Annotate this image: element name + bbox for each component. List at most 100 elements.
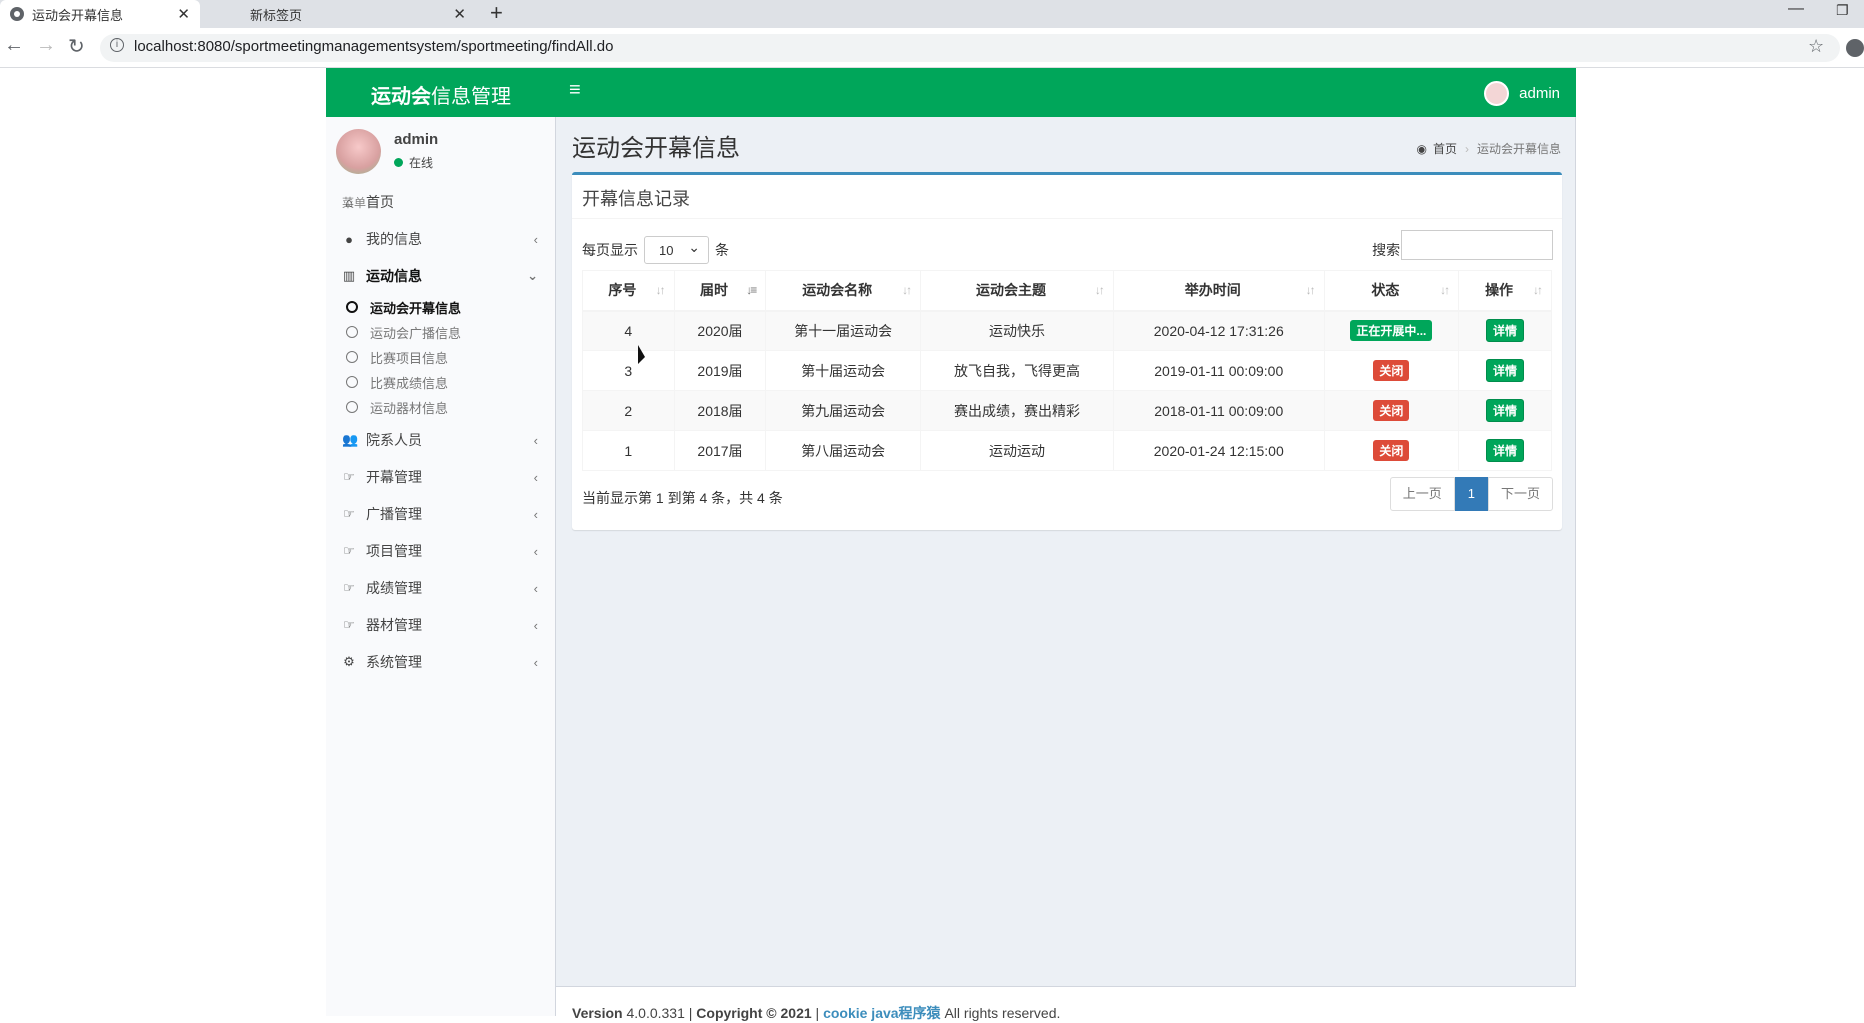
url-text[interactable]: localhost:8080/sportmeetingmanagementsys… <box>134 38 613 55</box>
footer: Version 4.0.0.331 | Copyright © 2021 | c… <box>556 986 1576 1021</box>
status-dot-icon <box>394 158 403 167</box>
cell-name: 第九届运动会 <box>765 390 922 431</box>
cell-id: 3 <box>582 350 675 391</box>
sidebar: admin 在线 菜单 ⌂ 首页 ● 我的信息 ‹ ▥ 运动信息 ⌄ 运动会开幕信息 … <box>326 117 556 1016</box>
cell-session: 2020届 <box>673 310 767 351</box>
records-table: 序号 ↓↑ 届时 ↓≡ 运动会名称 ↓↑ 运动会主题 ↓↑ 举办时间 ↓↑ 状态 ↓↑ 操作… <box>582 270 1552 471</box>
reload-icon[interactable]: ↻ <box>68 34 85 59</box>
table-row: 2 2018届 第九届运动会 赛出成绩，赛出精彩 2018-01-11 00:0… <box>582 390 1552 431</box>
star-icon[interactable]: ☆ <box>1808 36 1824 57</box>
sort-icon: ↓↑ <box>902 283 912 297</box>
chevron-left-icon: ‹ <box>533 543 538 559</box>
profile-icon[interactable] <box>1846 39 1864 57</box>
header-user-menu[interactable]: admin <box>1484 81 1560 106</box>
close-icon[interactable]: ✕ <box>453 5 466 23</box>
col-header-action[interactable]: 操作 ↓↑ <box>1458 270 1552 312</box>
table-header-row: 序号 ↓↑ 届时 ↓≡ 运动会名称 ↓↑ 运动会主题 ↓↑ 举办时间 ↓↑ 状态 ↓↑ 操作… <box>582 270 1552 312</box>
col-header-time[interactable]: 举办时间 ↓↑ <box>1112 270 1325 312</box>
info-icon[interactable]: i <box>110 38 124 52</box>
logo[interactable]: 运动会信息管理 <box>371 80 511 109</box>
avatar <box>336 129 381 174</box>
col-header-session[interactable]: 届时 ↓≡ <box>673 270 767 312</box>
cell-theme: 运动运动 <box>920 430 1114 471</box>
chevron-left-icon: ‹ <box>533 580 538 596</box>
cell-session: 2019届 <box>673 350 767 391</box>
status-online: 在线 <box>394 154 433 171</box>
cell-time: 2018-01-11 00:09:00 <box>1112 390 1325 431</box>
chevron-down-icon: ⌄ <box>527 268 538 283</box>
detail-button[interactable]: 详情 <box>1486 439 1525 462</box>
cell-time: 2019-01-11 00:09:00 <box>1112 350 1325 391</box>
circle-icon <box>346 351 358 363</box>
table-row: 4 2020届 第十一届运动会 运动快乐 2020-04-12 17:31:26… <box>582 310 1552 351</box>
records-box: 开幕信息记录 每页显示 10 条 搜索: 序号↓↑ 届时↓≡ 运动会名称↓↑ 运… <box>572 172 1562 530</box>
col-header-id[interactable]: 序号 ↓↑ <box>582 270 675 312</box>
prev-page-button[interactable]: 上一页 <box>1389 477 1455 511</box>
search-input[interactable] <box>1401 230 1553 260</box>
sort-icon: ↓↑ <box>1533 283 1543 297</box>
user-icon: ● <box>345 231 353 247</box>
share-icon: ☞ <box>343 580 355 595</box>
browser-tab-bar: 运动会开幕信息 ✕ 新标签页 ✕ + — ❐ <box>0 0 1864 28</box>
user-panel: admin 在线 <box>336 129 546 179</box>
circle-icon <box>346 326 358 338</box>
back-icon[interactable]: ← <box>4 34 24 57</box>
sort-icon: ↓↑ <box>655 283 666 297</box>
minimize-icon[interactable]: — <box>1788 0 1804 18</box>
status-badge: 关闭 <box>1373 360 1410 381</box>
cell-status: 关闭 <box>1323 390 1460 431</box>
cell-name: 第十一届运动会 <box>765 310 922 351</box>
detail-button[interactable]: 详情 <box>1486 319 1525 343</box>
chevron-left-icon: ‹ <box>533 432 538 448</box>
share-icon: ☞ <box>343 506 355 521</box>
cell-action: 详情 <box>1458 430 1552 471</box>
sort-icon: ↓↑ <box>1440 283 1450 297</box>
browser-tab[interactable]: 新标签页 ✕ <box>200 0 478 28</box>
search-label: 搜索: <box>1372 242 1404 258</box>
sidebar-toggle-icon[interactable]: ≡ <box>569 79 581 102</box>
cell-name: 第八届运动会 <box>765 430 922 471</box>
forward-icon[interactable]: → <box>36 34 56 57</box>
restore-icon[interactable]: ❐ <box>1836 2 1849 19</box>
breadcrumb-home[interactable]: 首页 <box>1433 140 1457 157</box>
page-1-button[interactable]: 1 <box>1454 477 1488 511</box>
footer-link[interactable]: cookie java程序猿 <box>823 1005 941 1021</box>
circle-icon <box>346 401 358 413</box>
tab-title: 新标签页 <box>250 7 303 23</box>
status-badge: 关闭 <box>1373 400 1410 421</box>
col-header-name[interactable]: 运动会名称 ↓↑ <box>765 270 922 312</box>
cell-session: 2017届 <box>673 430 767 471</box>
chart-icon: ▥ <box>342 268 356 283</box>
detail-button[interactable]: 详情 <box>1486 359 1525 382</box>
col-header-status[interactable]: 状态 ↓↑ <box>1323 270 1460 312</box>
close-icon[interactable]: ✕ <box>177 5 190 23</box>
gear-icon: ⚙ <box>343 654 355 669</box>
page-length-select[interactable]: 10 <box>644 236 709 264</box>
next-page-button[interactable]: 下一页 <box>1487 477 1553 511</box>
main-header: 运动会信息管理 ≡ admin <box>326 68 1576 117</box>
table-info: 当前显示第 1 到第 4 条，共 4 条 <box>582 490 783 506</box>
cell-action: 详情 <box>1458 350 1552 391</box>
status-badge: 正在开展中... <box>1350 320 1433 342</box>
cell-time: 2020-01-24 12:15:00 <box>1112 430 1325 471</box>
sort-icon: ↓↑ <box>1305 283 1316 297</box>
cell-theme: 运动快乐 <box>920 310 1114 351</box>
cell-session: 2018届 <box>673 390 767 431</box>
new-tab-button[interactable]: + <box>490 0 503 26</box>
cell-name: 第十届运动会 <box>765 350 922 391</box>
chevron-left-icon: ‹ <box>533 617 538 633</box>
circle-icon <box>346 376 358 388</box>
page-title: 运动会开幕信息 <box>572 135 740 162</box>
cell-id: 2 <box>582 390 675 431</box>
detail-button[interactable]: 详情 <box>1486 399 1525 422</box>
chevron-left-icon: ‹ <box>533 654 538 670</box>
browser-tab-active[interactable]: 运动会开幕信息 ✕ <box>0 0 200 28</box>
cell-id: 4 <box>582 310 675 351</box>
sidebar-item-system-mgmt[interactable]: ⚙ 系统管理 ‹ <box>326 640 556 684</box>
mouse-cursor-icon <box>638 345 645 364</box>
sort-icon: ↓↑ <box>1094 283 1105 297</box>
cell-theme: 赛出成绩，赛出精彩 <box>920 390 1114 431</box>
cell-action: 详情 <box>1458 390 1552 431</box>
col-header-theme[interactable]: 运动会主题 ↓↑ <box>920 270 1114 312</box>
avatar <box>1484 81 1510 106</box>
